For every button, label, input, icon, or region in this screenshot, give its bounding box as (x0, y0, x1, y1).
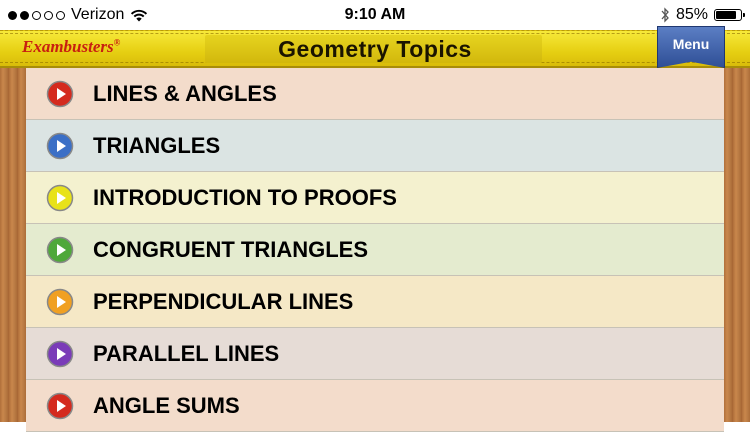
topic-row[interactable]: INTRODUCTION TO PROOFS (26, 172, 724, 224)
play-circle-icon (46, 288, 74, 316)
topic-label: PARALLEL LINES (93, 341, 280, 366)
topic-label: TRIANGLES (93, 133, 221, 158)
battery-percent: 85% (675, 6, 708, 23)
topic-label: CONGRUENT TRIANGLES (93, 237, 368, 262)
topic-row[interactable]: PERPENDICULAR LINES (26, 276, 724, 328)
play-circle-icon (46, 340, 74, 368)
battery-level (716, 11, 737, 19)
app-header: Exambusters® Geometry Topics (0, 30, 750, 68)
play-circle-icon (46, 132, 74, 160)
topic-label: LINES & ANGLES (93, 81, 277, 106)
topic-row[interactable]: ANGLE SUMS (26, 380, 724, 432)
page-title: Geometry Topics (278, 36, 472, 62)
topic-row[interactable]: CONGRUENT TRIANGLES (26, 224, 724, 276)
menu-button[interactable]: Menu (657, 26, 725, 68)
wood-panel-right (724, 68, 750, 422)
topic-label: ANGLE SUMS (93, 393, 240, 418)
topic-label: PERPENDICULAR LINES (93, 289, 354, 314)
play-circle-icon (46, 80, 74, 108)
bluetooth-icon (661, 7, 669, 23)
topic-row[interactable]: PARALLEL LINES (26, 328, 724, 380)
status-time: 9:10 AM (344, 6, 406, 23)
header-stitch (0, 33, 750, 34)
play-circle-icon (46, 184, 74, 212)
battery-icon (714, 9, 745, 21)
topic-list: LINES & ANGLES TRIANGLES INTRODUCTION TO P… (26, 68, 724, 432)
topic-row[interactable]: TRIANGLES (26, 120, 724, 172)
topic-label: INTRODUCTION TO PROOFS (93, 185, 397, 210)
wood-panel-left (0, 68, 26, 422)
play-circle-icon (46, 236, 74, 264)
play-circle-icon (46, 392, 74, 420)
status-bar: Verizon 9:10 AM 85% (0, 0, 750, 30)
topic-row[interactable]: LINES & ANGLES (26, 68, 724, 120)
status-right: 85% (660, 6, 745, 24)
